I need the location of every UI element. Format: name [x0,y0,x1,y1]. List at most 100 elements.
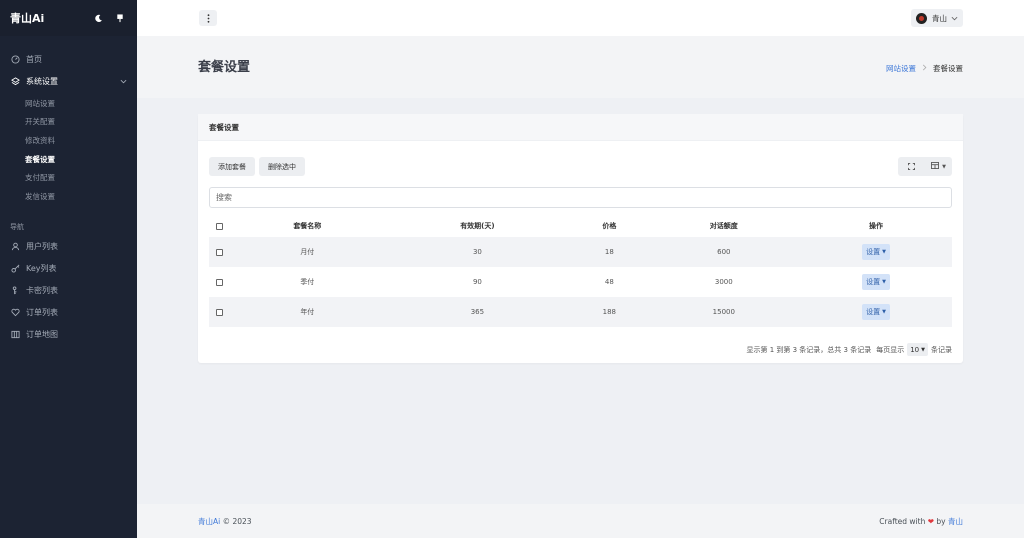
fullscreen-icon[interactable] [898,157,925,176]
search-input[interactable] [209,187,952,208]
sidebar-item-label: 订单地图 [26,330,58,340]
cell-name: 季付 [300,278,315,286]
submenu-payment-config[interactable]: 支付配置 [0,168,137,187]
cell-quota: 3000 [714,278,733,286]
cell-price: 48 [604,278,614,286]
table-tools: ▼ [898,157,952,176]
submenu-mail-settings[interactable]: 发信设置 [0,187,137,206]
pin-icon[interactable] [113,11,127,25]
submenu-site-settings[interactable]: 网站设置 [0,94,137,113]
user-name: 青山 [932,13,947,23]
map-icon [10,330,20,340]
row-settings-button[interactable]: 设置 ▼ [862,274,890,290]
sidebar-item-order-map[interactable]: 订单地图 [0,324,137,346]
heart-icon: ❤ [927,516,935,526]
key-icon [10,264,20,274]
row-settings-button[interactable]: 设置 ▼ [862,244,890,260]
cell-quota: 15000 [647,297,801,327]
sidebar-item-key-list[interactable]: Key列表 [0,258,137,280]
row-checkbox[interactable] [209,297,231,327]
table-row: 季付 90 48 3000 设置 ▼ [209,267,952,297]
sidebar-item-order-list[interactable]: 订单列表 [0,302,137,324]
breadcrumb-link-site-settings[interactable]: 网站设置 [886,63,916,74]
sidebar-nav: 首页 系统设置 网站设置 开关配置 修改资料 套餐设置 支付配置 发信设置 导航… [0,36,137,346]
breadcrumb: 网站设置 套餐设置 [886,63,963,74]
sidebar-item-home[interactable]: 首页 [0,48,137,70]
per-page-suffix: 条记录 [931,345,952,354]
by-text: by [936,516,946,526]
chevron-down-icon [951,14,958,23]
per-page-prefix: 每页显示 [876,345,905,354]
cell-price: 188 [571,297,648,327]
dashboard-icon [10,54,20,64]
footer-credits: Crafted with ❤ by 青山 [879,516,963,527]
page-header: 套餐设置 网站设置 套餐设置 [137,36,1024,98]
topbar: 青山 [137,0,1024,36]
more-vertical-icon[interactable] [199,10,217,26]
columns-icon [931,162,939,171]
system-settings-submenu: 网站设置 开关配置 修改资料 套餐设置 支付配置 发信设置 [0,92,137,210]
column-header-name[interactable]: 套餐名称 [231,215,384,237]
card-title: 套餐设置 [198,114,963,141]
card-key-icon [10,286,20,296]
row-checkbox[interactable] [209,267,231,297]
footer-author-link[interactable]: 青山 [948,517,963,526]
submenu-edit-profile[interactable]: 修改资料 [0,131,137,150]
submenu-switch-config[interactable]: 开关配置 [0,113,137,132]
caret-down-icon: ▼ [882,249,886,255]
caret-down-icon: ▼ [942,163,946,170]
cell-name: 月付 [231,237,384,267]
sidebar-item-label: 订单列表 [26,308,58,318]
footer-brand-link[interactable]: 青山Ai [198,517,220,526]
sidebar-item-system-settings[interactable]: 系统设置 [0,70,137,92]
add-plan-button[interactable]: 添加套餐 [209,157,255,176]
heart-icon [10,308,20,318]
caret-down-icon: ▼ [882,279,886,285]
column-header-quota[interactable]: 对话额度 [647,215,800,237]
select-all-checkbox[interactable] [209,215,231,237]
sidebar-item-user-list[interactable]: 用户列表 [0,236,137,258]
caret-down-icon: ▼ [882,309,886,315]
cell-name: 年付 [231,297,384,327]
chevron-down-icon [120,77,127,86]
plan-settings-card: 套餐设置 添加套餐 删除选中 ▼ 套餐名称 有效期(天) 价格 对话额度 操作 [198,114,963,363]
sidebar-item-card-list[interactable]: 卡密列表 [0,280,137,302]
column-header-actions: 操作 [869,222,884,230]
delete-selected-button[interactable]: 删除选中 [259,157,305,176]
sidebar-item-label: 用户列表 [26,242,58,252]
columns-toggle-button[interactable]: ▼ [925,157,952,176]
nav-section-heading: 导航 [10,222,24,231]
table-toolbar: 添加套餐 删除选中 [209,157,309,176]
per-page-value: 10 [910,345,920,354]
cell-actions: 设置 ▼ [800,237,952,267]
cell-quota: 600 [647,237,801,267]
footer-copyright: 青山Ai © 2023 [198,516,252,527]
pagination-info: 显示第 1 到第 3 条记录，总共 3 条记录 每页显示 10 ▼ 条记录 [747,343,952,356]
moon-icon[interactable] [91,11,105,25]
footer-copyright-text: © 2023 [222,516,252,526]
row-settings-label: 设置 [866,308,881,316]
plan-table: 套餐名称 有效期(天) 价格 对话额度 操作 月付 30 18 600 设置 ▼ … [209,215,952,327]
row-settings-button[interactable]: 设置 ▼ [862,304,890,320]
column-header-days[interactable]: 有效期(天) [384,215,572,237]
per-page-select[interactable]: 10 ▼ [907,343,928,356]
page-title: 套餐设置 [198,60,251,75]
sidebar-item-label: Key列表 [26,264,57,274]
row-checkbox[interactable] [209,237,231,267]
sidebar: 青山Ai 首页 系统设置 网站设置 开关配置 修改资料 套餐设置 支付配置 发信… [0,0,137,538]
chevron-right-icon [922,64,927,74]
user-icon [10,242,20,252]
submenu-plan-settings[interactable]: 套餐设置 [0,150,137,169]
row-settings-label: 设置 [866,248,881,256]
table-row: 月付 30 18 600 设置 ▼ [209,237,952,267]
table-header-row: 套餐名称 有效期(天) 价格 对话额度 操作 [209,215,952,237]
cell-days: 30 [383,237,572,267]
column-header-price[interactable]: 价格 [571,215,647,237]
brand-name[interactable]: 青山Ai [10,10,83,26]
breadcrumb-current: 套餐设置 [933,64,963,73]
user-menu-button[interactable]: 青山 [911,9,963,27]
cell-price: 18 [571,237,648,267]
row-settings-label: 设置 [866,278,881,286]
sidebar-item-label: 首页 [26,54,42,64]
cell-actions: 设置 ▼ [800,267,952,297]
